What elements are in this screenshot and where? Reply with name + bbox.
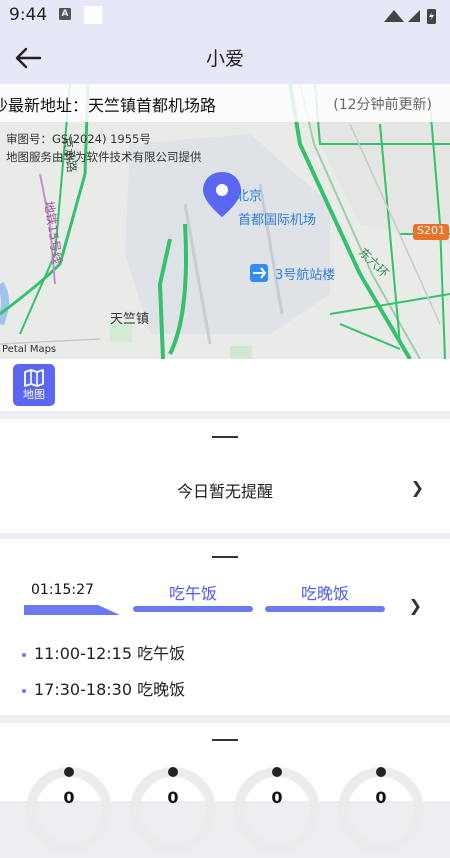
app-bar: 小爱	[0, 32, 450, 84]
stat-gauge: 0	[337, 766, 425, 854]
map-terminal-label: 3号航站楼	[275, 268, 336, 283]
chevron-right-icon[interactable]: ❯	[411, 478, 424, 497]
gauge-ring	[26, 767, 112, 853]
status-bar: 9:44 A	[0, 0, 450, 32]
segment-label-lunch[interactable]: 吃午饭	[133, 580, 253, 604]
gauge-value: 0	[167, 788, 179, 807]
chevron-right-icon[interactable]: ❯	[409, 596, 422, 615]
petal-maps-logo: Petal Maps	[2, 344, 57, 355]
address-bar: 沙最新地址：天竺镇首都机场路 (12分钟前更新)	[0, 84, 450, 122]
reminder-card[interactable]: 今日暂无提醒 ❯	[0, 419, 450, 533]
drag-handle[interactable]	[212, 556, 238, 558]
bullet-dot	[22, 652, 26, 657]
address-update-time: (12分钟前更新)	[333, 97, 432, 113]
bullet-dot	[22, 688, 26, 693]
schedule-card: 01:15:27 吃午饭 吃晚饭 ❯ 11:00-12:15 吃午饭 17:30…	[0, 539, 450, 715]
highway-badge: S201	[417, 224, 445, 237]
map-airport-label: 首都国际机场	[238, 213, 317, 228]
elapsed-time: 01:15:27	[31, 582, 94, 598]
notification-a-icon: A	[59, 8, 71, 20]
timeline-segment-lunch	[133, 606, 253, 612]
map-service-note: 地图服务由华为软件技术有限公司提供	[6, 150, 202, 164]
map-approval-number: 审图号：GS(2024) 1955号	[6, 132, 151, 146]
gauge-ring	[234, 767, 320, 853]
schedule-item: 11:00-12:15 吃午饭	[22, 640, 185, 664]
map-city-label: 北京	[236, 189, 263, 204]
signal-icons	[384, 9, 436, 24]
map-icon	[24, 369, 44, 387]
stat-gauge: 0	[129, 766, 217, 854]
schedule-item-time: 17:30-18:30	[34, 680, 132, 699]
stat-gauge: 0	[233, 766, 321, 854]
schedule-item-time: 11:00-12:15	[34, 644, 132, 663]
stat-gauge: 0	[25, 766, 113, 854]
page-title: 小爱	[205, 48, 244, 70]
map-button-label: 地图	[23, 388, 45, 401]
drag-handle[interactable]	[212, 739, 238, 741]
map-button[interactable]: 地图	[13, 364, 55, 406]
map-toolbar: 地图	[0, 359, 450, 411]
timeline-segment-dinner	[265, 606, 385, 612]
status-icons	[382, 6, 442, 30]
status-time: 9:44	[9, 5, 48, 25]
schedule-item-label: 吃午饭	[137, 644, 186, 663]
map-town-label: 天竺镇	[110, 312, 150, 327]
map-canvas	[0, 84, 450, 359]
gauge-ring	[338, 767, 424, 853]
segment-label-dinner[interactable]: 吃晚饭	[265, 580, 385, 604]
gauge-value: 0	[375, 788, 387, 807]
gauge-value: 0	[271, 788, 283, 807]
drag-handle[interactable]	[212, 436, 238, 438]
reminder-text: 今日暂无提醒	[176, 482, 273, 501]
map-view[interactable]: 北京 首都国际机场 3号航站楼 天竺镇 S201 东六环 地铁15号线 京承路 …	[0, 84, 450, 359]
schedule-item: 17:30-18:30 吃晚饭	[22, 676, 185, 700]
gauge-value: 0	[63, 788, 75, 807]
gauge-ring	[130, 767, 216, 853]
schedule-item-label: 吃晚饭	[137, 680, 186, 699]
latest-address: 沙最新地址：天竺镇首都机场路	[0, 96, 217, 115]
notification-square-icon	[84, 6, 102, 24]
